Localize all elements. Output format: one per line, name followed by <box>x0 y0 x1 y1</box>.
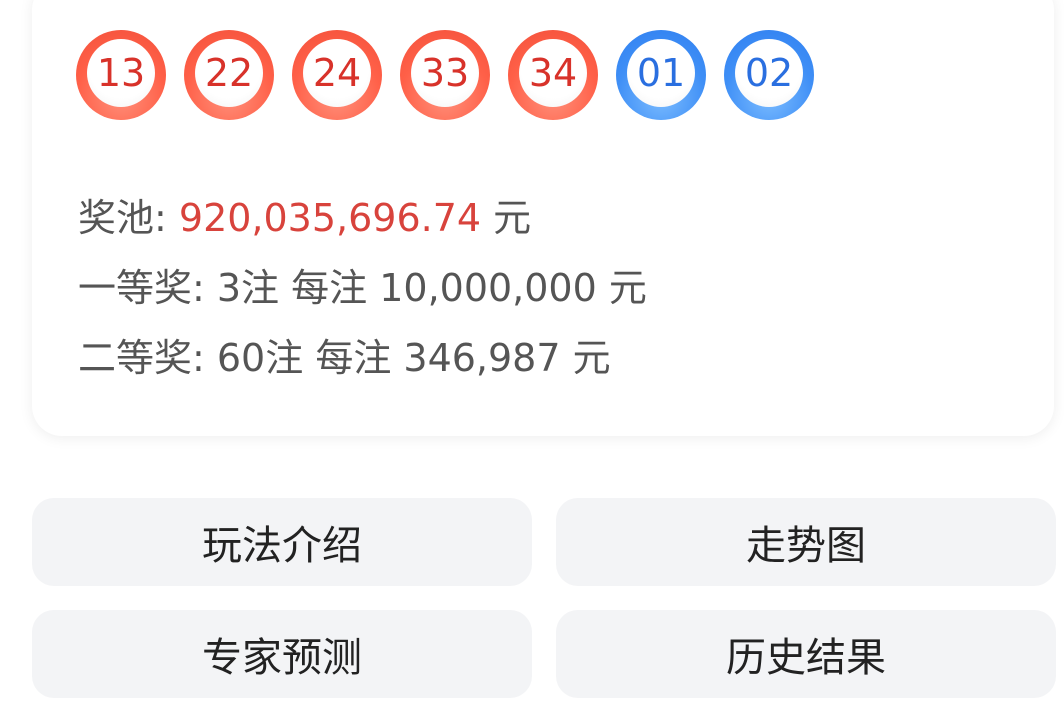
ball-number: 33 <box>411 39 479 107</box>
red-ball: 13 <box>76 30 166 120</box>
red-ball: 22 <box>184 30 274 120</box>
prize-pool-label: 奖池: <box>78 196 179 240</box>
red-ball: 33 <box>400 30 490 120</box>
trend-chart-button[interactable]: 走势图 <box>556 498 1056 586</box>
ball-number: 24 <box>303 39 371 107</box>
ball-number: 34 <box>519 39 587 107</box>
history-results-button[interactable]: 历史结果 <box>556 610 1056 698</box>
prize-pool-amount: 920,035,696.74 <box>178 196 482 240</box>
winning-numbers: 13 22 24 33 34 01 02 <box>76 30 814 120</box>
ball-number: 02 <box>735 39 803 107</box>
prize-info: 奖池: 920,035,696.74 元 一等奖: 3注 每注 10,000,0… <box>78 190 647 400</box>
red-ball: 34 <box>508 30 598 120</box>
prize-pool-unit: 元 <box>481 196 532 240</box>
prize-pool: 奖池: 920,035,696.74 元 <box>78 190 647 260</box>
ball-number: 13 <box>87 39 155 107</box>
ball-number: 22 <box>195 39 263 107</box>
second-prize: 二等奖: 60注 每注 346,987 元 <box>78 336 611 380</box>
expert-prediction-button[interactable]: 专家预测 <box>32 610 532 698</box>
blue-ball: 01 <box>616 30 706 120</box>
red-ball: 24 <box>292 30 382 120</box>
ball-number: 01 <box>627 39 695 107</box>
rules-button[interactable]: 玩法介绍 <box>32 498 532 586</box>
first-prize: 一等奖: 3注 每注 10,000,000 元 <box>78 266 647 310</box>
blue-ball: 02 <box>724 30 814 120</box>
